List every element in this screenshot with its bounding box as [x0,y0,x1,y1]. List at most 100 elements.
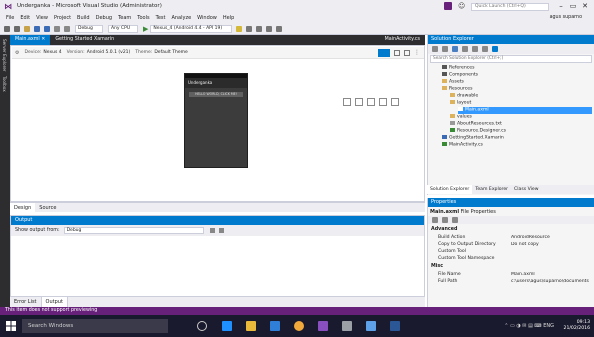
theme-value[interactable]: Default Theme [154,50,187,55]
categorized-icon[interactable] [432,217,438,223]
photos-icon[interactable] [366,321,376,331]
configuration-select[interactable]: Debug [75,24,103,33]
zoom-extra-icon[interactable] [391,98,399,106]
server-explorer-tab[interactable]: Server Explorer [2,39,7,72]
tree-item-resources[interactable]: Resources [442,86,472,93]
close-button[interactable]: ✕ [580,1,590,11]
close-tab-icon[interactable]: ✕ [41,37,45,42]
minimize-button[interactable]: – [556,1,566,11]
menu-file[interactable]: File [6,15,14,21]
sdk-manager-icon[interactable] [256,25,263,32]
menu-edit[interactable]: Edit [20,15,30,21]
alphabetical-icon[interactable] [442,217,448,223]
device-value[interactable]: Nexus 4 [43,50,61,55]
se-home-icon[interactable] [452,46,458,52]
tree-item-resource-designer[interactable]: Resource.Designer.cs [450,128,506,135]
toolbar-extra-icon-2[interactable] [276,25,283,32]
language-indicator[interactable]: ENG [543,323,554,329]
tree-item-values[interactable]: values [450,114,472,121]
se-properties-icon[interactable] [492,46,498,52]
task-view-icon[interactable] [197,321,207,331]
tree-item-layout[interactable]: layout [450,100,471,107]
clear-output-icon[interactable] [209,228,215,233]
se-collapse-icon[interactable] [482,46,488,52]
menu-debug[interactable]: Debug [96,15,112,21]
se-sync-icon[interactable] [462,46,468,52]
back-icon[interactable] [4,25,10,32]
prop-value-build-action[interactable]: AndroidResource [511,235,593,240]
menu-tools[interactable]: Tools [137,15,149,21]
file-explorer-icon[interactable] [246,321,256,331]
show-output-select[interactable]: Debug [63,227,204,234]
device-select[interactable]: Nexus_4 (Android 4.4 - API 19) [150,24,233,33]
zoom-actual-icon[interactable] [379,98,387,106]
start-debug-icon[interactable]: ▶ [143,25,148,33]
tab-class-view[interactable]: Class View [511,185,541,194]
zoom-fit-icon[interactable] [367,98,375,106]
menu-project[interactable]: Project [54,15,71,21]
emulator-icon[interactable] [246,25,253,32]
undo-icon[interactable] [54,25,60,32]
store-icon[interactable] [270,321,280,331]
menu-view[interactable]: View [36,15,48,21]
layout-icon[interactable] [404,49,410,56]
windows-start-icon[interactable] [6,321,16,331]
tab-team-explorer[interactable]: Team Explorer [472,185,511,194]
tree-item-main-activity[interactable]: MainActivity.cs [442,142,483,149]
settings-icon[interactable]: ⚙ [15,50,19,56]
tab-getting-started[interactable]: Getting Started Xamarin [50,35,119,45]
landscape-icon[interactable] [394,49,400,56]
word-wrap-icon[interactable] [218,228,224,233]
prop-category-misc[interactable]: Misc [431,264,443,269]
prop-value-full-path[interactable]: c:\users\agus\suparno\documents [511,279,593,284]
tray-icons[interactable]: ⌃ ▭ ◑ ✉ ▤ ⌨ [504,323,543,329]
redo-icon[interactable] [64,25,70,32]
tree-item-main-axml[interactable]: Main.axml [458,107,592,114]
platform-select[interactable]: Any CPU [108,24,138,33]
save-icon[interactable] [34,25,40,32]
quick-launch-input[interactable]: Quick Launch (Ctrl+Q) [471,3,549,11]
tree-item-getting-started[interactable]: GettingStarted.Xamarin [442,135,504,142]
taskbar-clock[interactable]: 09:13 21/02/2016 [564,320,590,332]
save-all-icon[interactable] [44,25,50,32]
chrome-icon[interactable] [294,321,304,331]
android-sdk-icon[interactable] [236,25,243,32]
maximize-button[interactable]: ▭ [568,1,578,11]
xamarin-taskbar-icon[interactable] [390,321,400,331]
settings-taskbar-icon[interactable] [342,321,352,331]
prop-value-copy-output[interactable]: Do not copy [511,242,593,247]
tree-item-drawable[interactable]: drawable [450,93,478,100]
windows-search-input[interactable]: Search Windows [22,319,168,333]
menu-build[interactable]: Build [77,15,90,21]
tab-solution-explorer[interactable]: Solution Explorer [427,185,473,194]
portrait-icon[interactable] [378,48,390,57]
zoom-in-icon[interactable] [343,98,351,106]
visual-studio-taskbar-icon[interactable] [318,321,328,331]
tree-item-references[interactable]: References [442,65,475,72]
new-project-icon[interactable] [24,25,30,32]
solution-search-input[interactable]: Search Solution Explorer (Ctrl+;) [430,55,592,63]
zoom-out-icon[interactable] [355,98,363,106]
property-pages-icon[interactable] [452,217,458,223]
menu-window[interactable]: Window [197,15,217,21]
tab-source[interactable]: Source [35,203,60,213]
feedback-icon[interactable]: ☺ [458,2,466,10]
se-back-icon[interactable] [432,46,438,52]
se-refresh-icon[interactable] [472,46,478,52]
user-name[interactable]: agus suparno [550,15,582,20]
tree-item-about-resources[interactable]: AboutResources.txt [450,121,502,128]
edge-icon[interactable] [222,321,232,331]
prop-value-file-name[interactable]: Main.axml [511,272,593,277]
notification-flag-icon[interactable] [444,2,452,10]
menu-analyze[interactable]: Analyze [171,15,191,21]
tab-design[interactable]: Design [10,202,36,213]
tab-main-activity[interactable]: MainActivity.cs [380,35,425,45]
forward-icon[interactable] [14,25,20,32]
tab-error-list[interactable]: Error List [10,297,41,307]
tree-item-assets[interactable]: Assets [442,79,464,86]
menu-team[interactable]: Team [118,15,131,21]
menu-help[interactable]: Help [223,15,234,21]
phone-hello-button[interactable]: HELLO WORLD, CLICK ME! [189,92,243,97]
prop-category-advanced[interactable]: Advanced [431,227,457,232]
tree-item-components[interactable]: Components [442,72,478,79]
